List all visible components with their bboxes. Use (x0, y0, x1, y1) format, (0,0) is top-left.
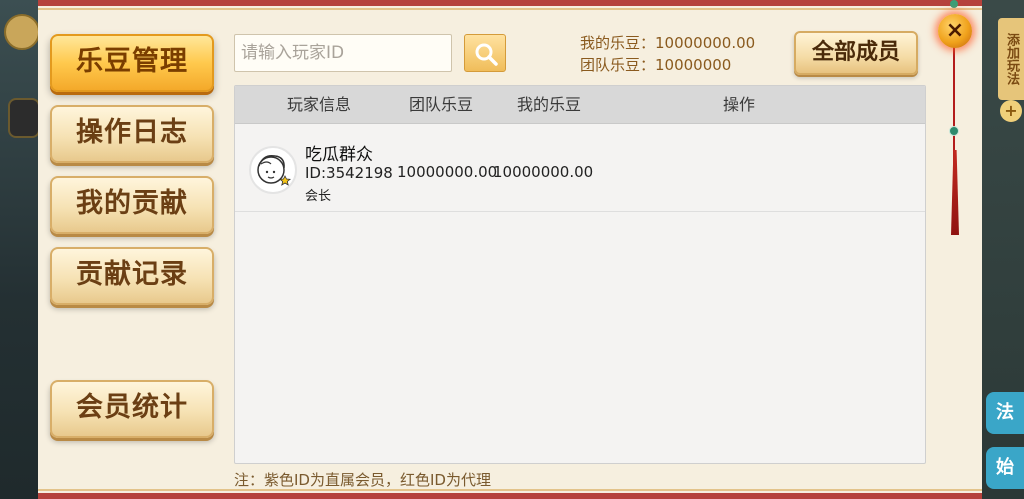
bean-management-panel: 乐豆管理 操作日志 我的贡献 贡献记录 会员统计 我的乐豆：10000000.0… (38, 0, 982, 499)
menu-member-statistics[interactable]: 会员统计 (50, 380, 214, 438)
header-operation: 操作 (723, 95, 756, 114)
header-player-info: 玩家信息 (287, 95, 352, 114)
background-blue-button-1: 法 (986, 392, 1024, 434)
row-my-beans: 10000000.00 (493, 163, 594, 181)
menu-my-contribution[interactable]: 我的贡献 (50, 176, 214, 234)
menu-contribution-record[interactable]: 贡献记录 (50, 247, 214, 305)
table-header: 玩家信息 团队乐豆 我的乐豆 操作 (235, 86, 925, 124)
menu-bean-management[interactable]: 乐豆管理 (50, 34, 214, 92)
bean-balances: 我的乐豆：10000000.00 团队乐豆：10000000 (580, 32, 780, 76)
background-back-button (4, 14, 40, 50)
decorative-bead (950, 0, 958, 8)
legend-note: 注：紫色ID为直属会员，红色ID为代理 (234, 471, 491, 489)
team-beans-balance: 团队乐豆：10000000 (580, 56, 732, 74)
search-button[interactable] (464, 34, 506, 72)
all-members-button[interactable]: 全部成员 (794, 31, 918, 75)
header-team-beans: 团队乐豆 (409, 95, 474, 114)
row-team-beans: 10000000.00 (397, 163, 498, 181)
player-id: ID:3542198 (305, 164, 393, 182)
search-icon (475, 43, 498, 66)
table-row[interactable]: 吃瓜群众 ID:3542198 会长 10000000.00 10000000.… (235, 125, 925, 212)
background-add-rule-tab: 添加玩法 (998, 18, 1024, 100)
header-my-beans: 我的乐豆 (517, 95, 582, 114)
player-id-search-input[interactable] (234, 34, 452, 72)
cartoon-avatar-icon (249, 146, 297, 194)
background-left (0, 0, 40, 499)
background-plus-icon: + (1000, 100, 1022, 122)
member-table: 玩家信息 团队乐豆 我的乐豆 操作 吃瓜群众 ID:3542198 会长 100… (234, 85, 926, 464)
background-card (8, 98, 40, 138)
player-role: 会长 (305, 189, 332, 204)
menu-operation-log[interactable]: 操作日志 (50, 105, 214, 163)
player-name: 吃瓜群众 (305, 145, 373, 165)
my-beans-balance: 我的乐豆：10000000.00 (580, 34, 756, 52)
close-button[interactable]: × (938, 14, 972, 48)
background-right: 添加玩法 + 法 始 (980, 0, 1024, 499)
background-blue-button-2: 始 (986, 447, 1024, 489)
decorative-jade-bead (949, 126, 959, 136)
